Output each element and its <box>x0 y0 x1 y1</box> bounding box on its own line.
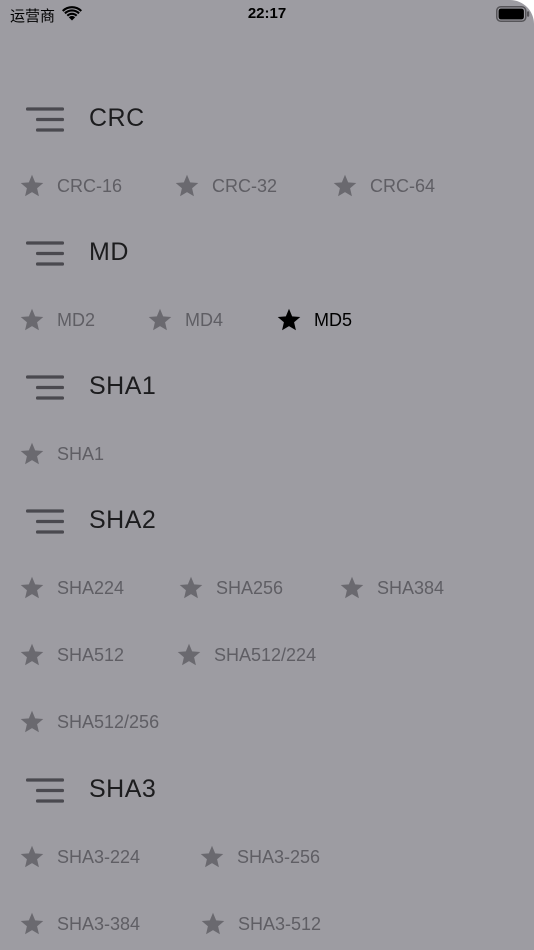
algorithm-option-sha3-384[interactable]: SHA3-384 <box>19 910 140 938</box>
star-icon <box>200 845 224 868</box>
star-icon <box>277 308 301 331</box>
section-title: SHA2 <box>89 506 157 534</box>
algorithm-option-label: SHA3-224 <box>57 846 141 867</box>
algorithm-option-sha384[interactable]: SHA384 <box>339 574 444 602</box>
algorithm-option-label: SHA384 <box>377 577 445 598</box>
algorithm-option-sha512-256[interactable]: SHA512/256 <box>19 708 159 736</box>
section-header-sha3[interactable]: SHA3 <box>0 771 534 811</box>
star-icon <box>340 576 364 599</box>
section-title: SHA3 <box>89 775 157 803</box>
algorithm-option-md5[interactable]: MD5 <box>276 306 352 334</box>
section-title: CRC <box>89 104 145 132</box>
algorithm-option-md4[interactable]: MD4 <box>147 306 223 334</box>
algorithm-option-label: CRC-16 <box>57 175 123 196</box>
algorithm-option-sha224[interactable]: SHA224 <box>19 574 124 602</box>
star-icon <box>148 308 172 331</box>
star-icon <box>20 912 44 935</box>
algorithm-option-label: SHA1 <box>57 443 105 464</box>
star-icon <box>175 174 199 197</box>
algorithm-option-label: SHA224 <box>57 577 125 598</box>
section-header-sha1[interactable]: SHA1 <box>0 368 534 408</box>
star-icon <box>201 912 225 935</box>
algorithm-option-label: SHA512/256 <box>57 711 160 732</box>
section-header-sha2[interactable]: SHA2 <box>0 502 534 542</box>
menu-lines-icon <box>26 509 64 534</box>
star-icon <box>20 442 44 465</box>
algorithm-option-md2[interactable]: MD2 <box>19 306 95 334</box>
algorithm-option-label: SHA3-384 <box>57 913 141 934</box>
star-icon <box>20 710 44 733</box>
section-header-crc[interactable]: CRC <box>0 100 534 140</box>
menu-lines-icon <box>26 241 64 266</box>
algorithm-option-label: MD5 <box>314 309 353 330</box>
algorithm-option-label: SHA3-256 <box>237 846 321 867</box>
menu-lines-icon <box>26 107 64 132</box>
section-title: MD <box>89 238 129 266</box>
algorithm-option-crc-64[interactable]: CRC-64 <box>332 172 435 200</box>
algorithm-option-crc-16[interactable]: CRC-16 <box>19 172 122 200</box>
section-header-md[interactable]: MD <box>0 234 534 274</box>
algorithm-list: CRC CRC-16 CRC-32 CRC-64 MD MD2 MD4 MD5 SHA1 SHA1… <box>0 0 534 950</box>
algorithm-option-sha1[interactable]: SHA1 <box>19 440 104 468</box>
algorithm-option-sha3-224[interactable]: SHA3-224 <box>19 843 140 871</box>
algorithm-option-label: SHA512 <box>57 644 125 665</box>
algorithm-option-label: SHA512/224 <box>214 644 317 665</box>
algorithm-option-label: CRC-64 <box>370 175 436 196</box>
section-title: SHA1 <box>89 372 157 400</box>
app-screen: 运营商 22:17 CRC CRC-16 CRC-32 CRC-64 MD MD2 MD4 M… <box>0 0 534 950</box>
algorithm-option-sha256[interactable]: SHA256 <box>178 574 283 602</box>
algorithm-option-label: CRC-32 <box>212 175 278 196</box>
algorithm-option-sha3-256[interactable]: SHA3-256 <box>199 843 320 871</box>
algorithm-option-label: MD4 <box>185 309 224 330</box>
menu-lines-icon <box>26 375 64 400</box>
algorithm-option-label: SHA3-512 <box>238 913 322 934</box>
star-icon <box>20 308 44 331</box>
star-icon <box>20 643 44 666</box>
algorithm-option-label: SHA256 <box>216 577 284 598</box>
algorithm-option-label: MD2 <box>57 309 96 330</box>
star-icon <box>179 576 203 599</box>
star-icon <box>20 845 44 868</box>
menu-lines-icon <box>26 778 64 803</box>
star-icon <box>177 643 201 666</box>
algorithm-option-sha3-512[interactable]: SHA3-512 <box>200 910 321 938</box>
algorithm-option-sha512-224[interactable]: SHA512/224 <box>176 641 316 669</box>
algorithm-option-sha512[interactable]: SHA512 <box>19 641 124 669</box>
star-icon <box>333 174 357 197</box>
star-icon <box>20 174 44 197</box>
algorithm-option-crc-32[interactable]: CRC-32 <box>174 172 277 200</box>
star-icon <box>20 576 44 599</box>
